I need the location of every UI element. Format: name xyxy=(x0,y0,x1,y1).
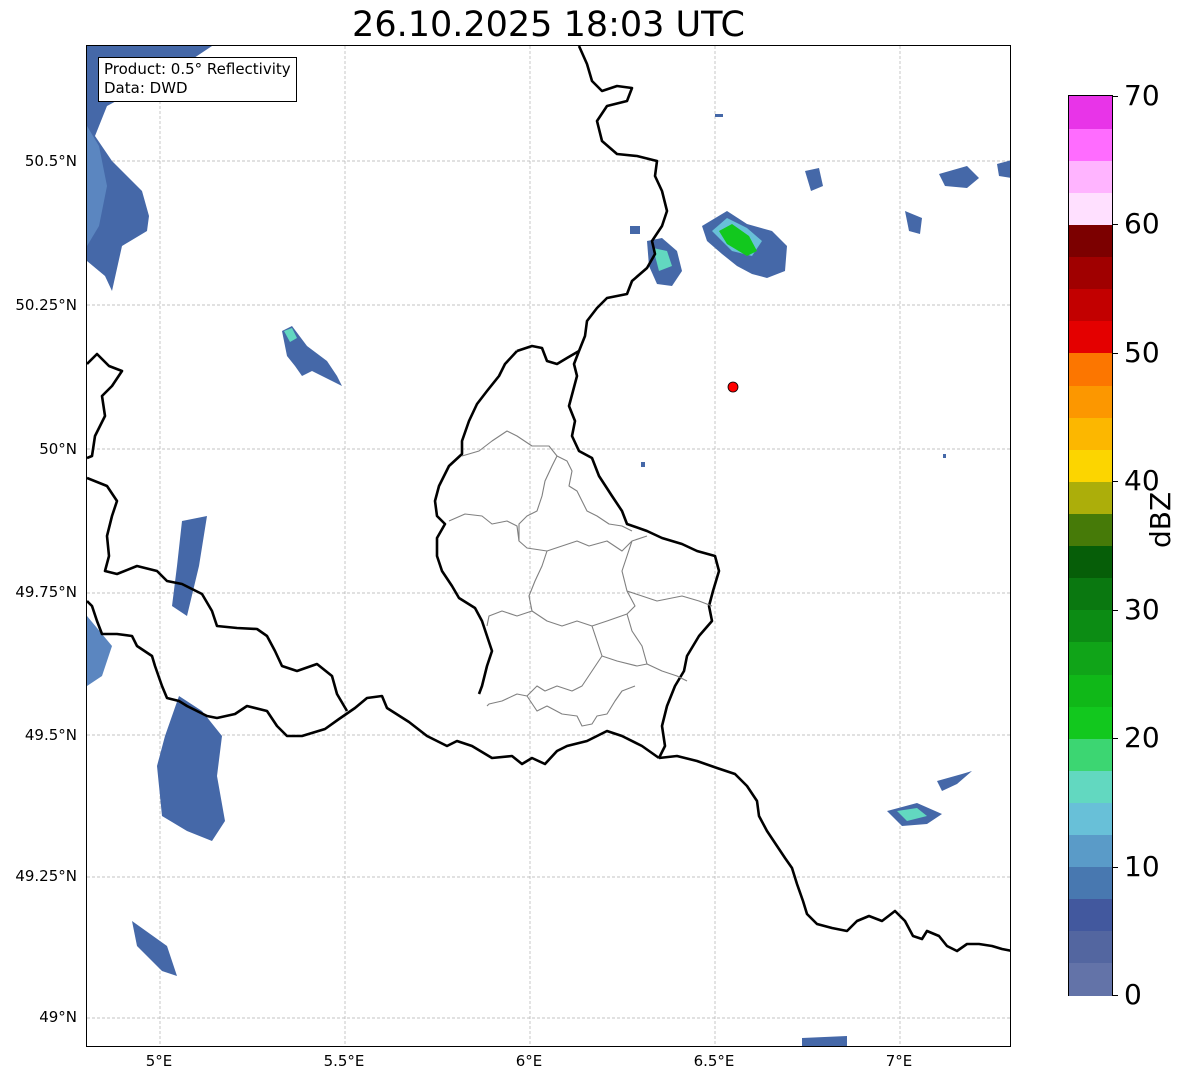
colorbar-tick xyxy=(1112,995,1118,996)
colorbar xyxy=(1068,95,1113,996)
colorbar-segment xyxy=(1069,930,1112,964)
colorbar-segment xyxy=(1069,96,1112,129)
lon-tick-label: 6°E xyxy=(515,1052,543,1070)
colorbar-label: 20 xyxy=(1124,721,1160,754)
product-info-box: Product: 0.5° Reflectivity Data: DWD xyxy=(98,57,297,102)
colorbar-label: 30 xyxy=(1124,593,1160,626)
district-borders xyxy=(448,430,713,727)
border-belgium-west-lower xyxy=(87,476,349,712)
echo-dot-4 xyxy=(943,454,946,458)
colorbar-segment xyxy=(1069,160,1112,193)
colorbar-segment xyxy=(1069,449,1112,482)
lat-tick-label: 49.25°N xyxy=(15,867,77,885)
colorbar-segment xyxy=(1069,224,1112,258)
lat-tick-label: 50°N xyxy=(39,440,77,458)
lon-tick-label: 5°E xyxy=(145,1052,173,1070)
lat-tick-label: 49°N xyxy=(39,1008,77,1026)
lat-tick-label: 50.25°N xyxy=(15,296,77,314)
radar-site-marker xyxy=(727,381,739,393)
radar-map[interactable] xyxy=(86,45,1011,1047)
colorbar-segment xyxy=(1069,673,1112,707)
colorbar-unit-label: dBZ xyxy=(1144,491,1177,548)
colorbar-label: 70 xyxy=(1124,79,1160,112)
colorbar-segment xyxy=(1069,545,1112,579)
colorbar-segment xyxy=(1069,962,1112,996)
colorbar-segment xyxy=(1069,417,1112,450)
map-canvas xyxy=(87,46,1010,1046)
colorbar-segment xyxy=(1069,898,1112,932)
echo-dot-3 xyxy=(641,462,645,467)
colorbar-tick xyxy=(1112,96,1118,97)
echo-south-edge xyxy=(802,1036,847,1046)
colorbar-segment xyxy=(1069,384,1112,418)
colorbar-tick xyxy=(1112,867,1118,868)
lon-tick-label: 7°E xyxy=(885,1052,913,1070)
colorbar-segment xyxy=(1069,706,1112,739)
lon-tick-label: 6.5°E xyxy=(693,1052,735,1070)
lat-tick-label: 49.5°N xyxy=(24,726,77,744)
colorbar-segment xyxy=(1069,481,1112,514)
echo-south-streaks xyxy=(132,921,177,976)
border-belgium-north xyxy=(516,344,580,366)
colorbar-segment xyxy=(1069,352,1112,386)
colorbar-segment xyxy=(1069,834,1112,868)
colorbar-tick xyxy=(1112,481,1118,482)
border-belgium-france-west xyxy=(87,352,124,460)
lat-tick-label: 49.75°N xyxy=(15,583,77,601)
colorbar-label: 60 xyxy=(1124,207,1160,240)
colorbar-tick xyxy=(1112,738,1118,739)
echo-dot-1 xyxy=(715,114,723,117)
colorbar-segment xyxy=(1069,577,1112,611)
echo-west-cluster xyxy=(172,516,207,616)
colorbar-tick xyxy=(1112,610,1118,611)
colorbar-segment xyxy=(1069,256,1112,290)
echo-northeast-small xyxy=(805,168,823,191)
radar-echoes xyxy=(87,46,1010,1046)
colorbar-tick xyxy=(1112,224,1118,225)
data-source-label: Data: DWD xyxy=(104,79,188,97)
colorbar-segment xyxy=(1069,320,1112,354)
border-belgium-lux xyxy=(433,350,518,695)
map-title: 26.10.2025 18:03 UTC xyxy=(352,5,745,45)
colorbar-label: 10 xyxy=(1124,850,1160,883)
colorbar-segment xyxy=(1069,770,1112,803)
colorbar-segment xyxy=(1069,641,1112,675)
echo-east-small xyxy=(905,211,922,234)
product-label: Product: 0.5° Reflectivity xyxy=(104,60,291,78)
country-borders xyxy=(87,46,1010,953)
colorbar-segment xyxy=(1069,288,1112,322)
colorbar-segment xyxy=(1069,513,1112,547)
colorbar-segment xyxy=(1069,609,1112,643)
colorbar-segment xyxy=(1069,192,1112,226)
lon-tick-label: 5.5°E xyxy=(323,1052,365,1070)
colorbar-label: 50 xyxy=(1124,336,1160,369)
lat-tick-label: 50.5°N xyxy=(24,152,77,170)
graticule xyxy=(87,46,1010,1046)
echo-northeast-edge2 xyxy=(997,160,1010,178)
echo-dot-2 xyxy=(630,226,640,234)
echo-northeast-edge xyxy=(939,166,979,188)
colorbar-segment xyxy=(1069,866,1112,900)
echo-southeast-b xyxy=(937,771,972,791)
colorbar-tick xyxy=(1112,353,1118,354)
colorbar-segment xyxy=(1069,738,1112,771)
colorbar-segment xyxy=(1069,802,1112,836)
colorbar-segment xyxy=(1069,128,1112,161)
colorbar-label: 0 xyxy=(1124,978,1142,1011)
border-lux-east-to-south xyxy=(658,754,1010,953)
